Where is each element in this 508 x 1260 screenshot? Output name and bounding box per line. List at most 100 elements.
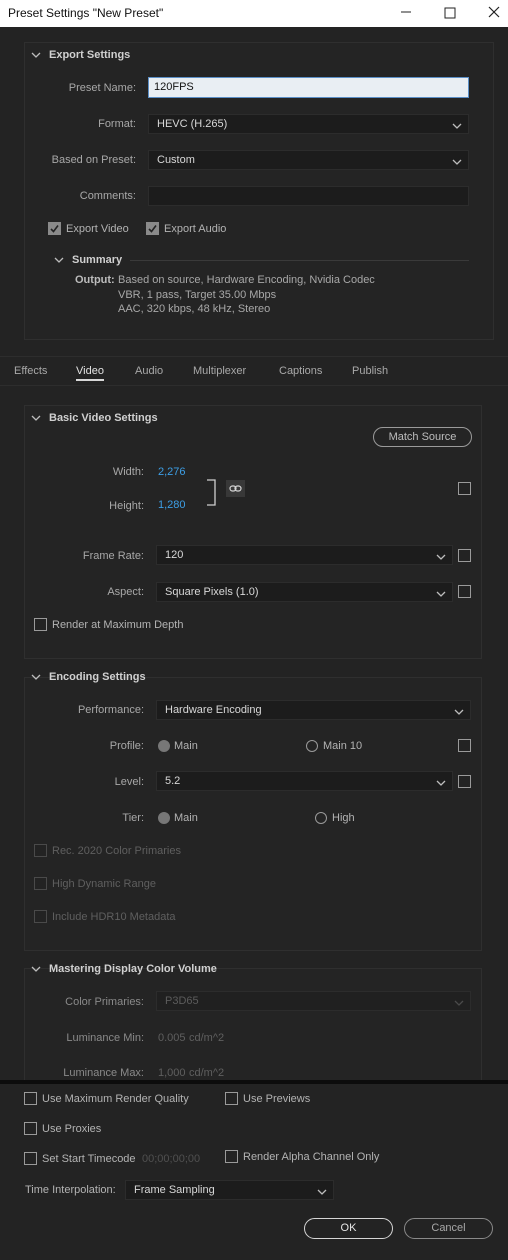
level-override-checkbox[interactable] [458, 775, 471, 788]
performance-value: Hardware Encoding [165, 704, 262, 716]
output-label: Output: [75, 274, 115, 286]
height-value[interactable]: 1,280 [158, 499, 186, 511]
chain-link-icon[interactable] [226, 480, 245, 497]
level-value: 5.2 [165, 775, 181, 787]
hdr10-checkbox[interactable] [34, 910, 47, 923]
color-primaries-label: Color Primaries: [65, 996, 144, 1008]
export-settings-header: Export Settings [49, 49, 131, 61]
output-line-1: Based on source, Hardware Encoding, Nvid… [118, 274, 375, 286]
frame-rate-label: Frame Rate: [82, 550, 144, 562]
format-label: Format: [98, 118, 136, 130]
chevron-down-icon[interactable] [31, 413, 41, 423]
use-proxies-checkbox[interactable] [24, 1122, 37, 1135]
close-button[interactable] [480, 2, 508, 24]
aspect-dropdown[interactable]: Square Pixels (1.0) [156, 582, 453, 602]
level-label: Level: [114, 776, 144, 788]
luminance-min-value[interactable]: 0.005 [158, 1032, 186, 1044]
set-start-timecode-label: Set Start Timecode [42, 1153, 136, 1165]
window-title: Preset Settings "New Preset" [8, 6, 164, 20]
link-bracket-icon [205, 479, 217, 510]
encoding-settings-header: Encoding Settings [49, 671, 146, 683]
preset-name-label: Preset Name: [68, 82, 136, 94]
tabs-top-border [0, 356, 508, 357]
tier-main-radio[interactable] [158, 812, 170, 824]
maximize-button[interactable] [436, 2, 464, 24]
profile-override-checkbox[interactable] [458, 739, 471, 752]
frame-rate-value: 120 [165, 549, 184, 561]
ok-button[interactable]: OK [304, 1218, 393, 1239]
render-alpha-only-checkbox[interactable] [225, 1150, 238, 1163]
based-on-preset-dropdown[interactable]: Custom [148, 150, 469, 170]
rec2020-label: Rec. 2020 Color Primaries [52, 845, 181, 857]
comments-label: Comments: [79, 190, 136, 202]
width-value[interactable]: 2,276 [158, 466, 186, 478]
hdr10-label: Include HDR10 Metadata [52, 911, 176, 923]
chevron-down-icon [454, 996, 464, 1006]
use-max-render-quality-checkbox[interactable] [24, 1092, 37, 1105]
render-max-depth-label: Render at Maximum Depth [52, 619, 184, 631]
dimensions-override-checkbox[interactable] [458, 482, 471, 495]
export-video-checkbox[interactable] [48, 222, 61, 235]
minimize-button[interactable] [392, 2, 420, 24]
summary-divider [130, 260, 469, 261]
aspect-label: Aspect: [107, 586, 144, 598]
luminance-max-value[interactable]: 1,000 [158, 1067, 186, 1079]
render-max-depth-checkbox[interactable] [34, 618, 47, 631]
rec2020-checkbox[interactable] [34, 844, 47, 857]
time-interpolation-dropdown[interactable]: Frame Sampling [125, 1180, 334, 1200]
comments-input[interactable] [148, 186, 469, 206]
tab-multiplexer[interactable]: Multiplexer [193, 365, 246, 377]
mastering-display-header: Mastering Display Color Volume [49, 963, 217, 975]
profile-main10-label: Main 10 [323, 740, 363, 752]
color-primaries-dropdown[interactable]: P3D65 [156, 991, 471, 1011]
chevron-down-icon[interactable] [31, 964, 41, 974]
color-primaries-value: P3D65 [165, 995, 199, 1007]
hdr-checkbox[interactable] [34, 877, 47, 890]
start-timecode-value[interactable]: 00;00;00;00 [142, 1153, 200, 1165]
format-dropdown[interactable]: HEVC (H.265) [148, 114, 469, 134]
set-start-timecode-checkbox[interactable] [24, 1152, 37, 1165]
preset-name-input[interactable]: 120FPS [148, 77, 469, 98]
luminance-min-unit: cd/m^2 [189, 1032, 225, 1044]
frame-rate-override-checkbox[interactable] [458, 549, 471, 562]
luminance-max-label: Luminance Max: [63, 1067, 144, 1079]
output-line-3: AAC, 320 kbps, 48 kHz, Stereo [118, 303, 271, 315]
tier-high-label: High [332, 812, 355, 824]
tier-high-radio[interactable] [315, 812, 327, 824]
level-dropdown[interactable]: 5.2 [156, 771, 453, 791]
tab-publish[interactable]: Publish [352, 365, 388, 377]
match-source-button[interactable]: Match Source [373, 427, 472, 447]
aspect-value: Square Pixels (1.0) [165, 586, 259, 598]
chevron-down-icon [452, 119, 462, 129]
profile-main10-radio[interactable] [306, 740, 318, 752]
tab-video[interactable]: Video [76, 365, 104, 381]
tabs-bottom-border [0, 385, 508, 386]
tab-effects[interactable]: Effects [14, 365, 47, 377]
profile-label: Profile: [109, 740, 144, 752]
export-audio-label: Export Audio [164, 223, 227, 235]
profile-main-radio[interactable] [158, 740, 170, 752]
use-max-render-quality-label: Use Maximum Render Quality [42, 1093, 189, 1105]
aspect-override-checkbox[interactable] [458, 585, 471, 598]
cancel-button[interactable]: Cancel [404, 1218, 493, 1239]
chevron-down-icon [436, 550, 446, 560]
height-label: Height: [109, 500, 144, 512]
chevron-down-icon[interactable] [31, 672, 41, 682]
title-bar: Preset Settings "New Preset" [0, 0, 508, 27]
chevron-down-icon[interactable] [31, 50, 41, 60]
export-audio-checkbox[interactable] [146, 222, 159, 235]
summary-header: Summary [72, 254, 123, 266]
performance-dropdown[interactable]: Hardware Encoding [156, 700, 471, 720]
hdr-label: High Dynamic Range [52, 878, 156, 890]
basic-video-settings-header: Basic Video Settings [49, 412, 158, 424]
tab-captions[interactable]: Captions [279, 365, 322, 377]
tier-label: Tier: [122, 812, 144, 824]
frame-rate-dropdown[interactable]: 120 [156, 545, 453, 565]
use-previews-checkbox[interactable] [225, 1092, 238, 1105]
time-interpolation-value: Frame Sampling [134, 1184, 215, 1196]
width-label: Width: [112, 466, 144, 478]
chevron-down-icon [452, 155, 462, 165]
chevron-down-icon[interactable] [54, 255, 64, 265]
tab-audio[interactable]: Audio [135, 365, 163, 377]
time-interpolation-label: Time Interpolation: [25, 1184, 116, 1196]
